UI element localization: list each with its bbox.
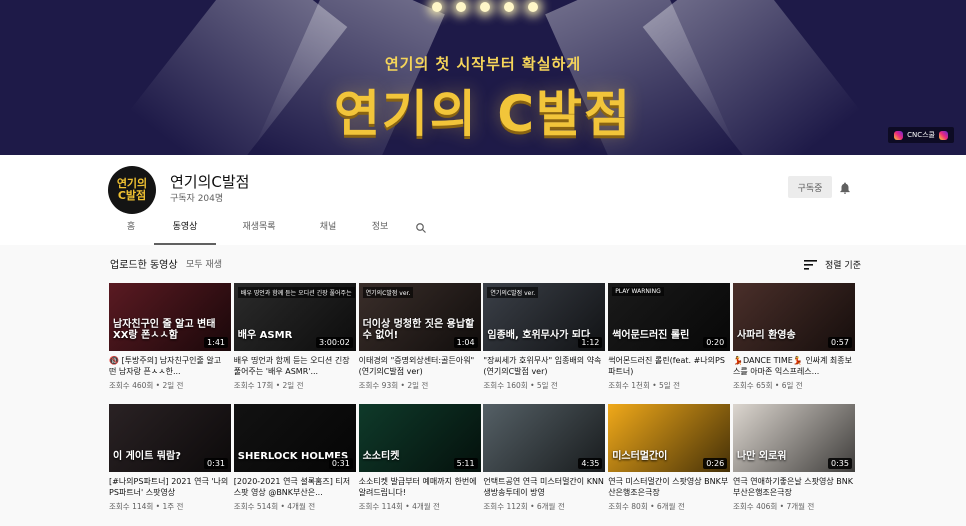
channel-header: 연기의 C발점 연기의C발점 구독자 204명 구독중 홈 동영상 재생목록 채… (0, 155, 966, 245)
video-title[interactable]: 이태경의 "증명외상센터:골든아워" (연기의C발점 ver) (359, 355, 481, 377)
video-title[interactable]: 연극 미스터멀간이 스팟영상 BNK부산은행조은극장 (608, 476, 730, 498)
video-duration: 1:41 (204, 337, 228, 348)
video-duration: 0:57 (828, 337, 852, 348)
video-thumbnail[interactable]: PLAY WARNING 썩어문드러진 롤린 0:20 (608, 283, 731, 351)
instagram-icon (939, 130, 948, 140)
channel-banner: 연기의 첫 시작부터 확실하게 연기의 C발점 CNC스쿨 (0, 0, 966, 155)
video-meta: 조회수 406회 • 7개월 전 (732, 502, 815, 511)
section-title: 업로드한 동영상 (110, 260, 178, 271)
video-card[interactable]: 이 게이트 뭐람? 0:31 [#나의PS파트너] 2021 연극 '나의PS파트너… (109, 404, 231, 525)
video-thumbnail[interactable]: 4:35 (483, 404, 606, 472)
video-thumbnail[interactable]: 배우 띵언과 함께 듣는 오디션 긴장 풀어주는 배우 ASMR 3:00:02 (233, 283, 356, 351)
search-icon[interactable] (406, 215, 436, 240)
video-duration: 1:12 (578, 337, 603, 348)
tab-videos[interactable]: 동영상 (154, 215, 216, 245)
video-meta: 조회수 93회 • 2일 전 (358, 381, 429, 390)
video-meta: 조회수 112회 • 6개월 전 (483, 502, 565, 511)
video-title[interactable]: 배우 띵언과 함께 듣는 오디션 긴장 풀어주는 '배우 ASMR'... (234, 355, 356, 377)
video-grid: 남자친구인 줄 알고 변태XX랑 폰ㅅㅅ함 1:41 🔞 [투방주의] 남자친구인줄… (109, 283, 855, 525)
avatar-label: 연기의 C발점 (116, 177, 148, 202)
video-card[interactable]: PLAY WARNING 썩어문드러진 롤린 0:20 썩어몬드러진 롤린(feat.… (608, 283, 731, 404)
banner-link-label: CNC스쿨 (907, 131, 935, 139)
video-card[interactable]: 연기의C발점 ver. 임종배, 호위무사가 되다 1:12 "장씨세가 호위무사" … (483, 283, 606, 404)
sort-icon (804, 255, 817, 274)
video-meta: 조회수 514회 • 4개월 전 (233, 502, 316, 511)
video-meta: 조회수 114회 • 1주 전 (109, 502, 184, 511)
thumbnail-tag: 배우 띵언과 함께 듣는 오디션 긴장 풀어주는 (237, 287, 355, 298)
video-duration: 0:20 (703, 337, 728, 348)
video-card[interactable]: 4:35 언택트공연 연극 미스터멀간이 KNN 생방송투데이 방영조회수 112… (483, 404, 606, 525)
video-duration: 0:31 (204, 458, 228, 469)
video-duration: 1:04 (453, 337, 478, 348)
video-meta: 조회수 17회 • 2일 전 (233, 381, 304, 390)
video-card[interactable]: 사파리 환영송 0:57 💃DANCE TIME💃 인싸계 최종보스를 아마존 익스… (732, 283, 855, 404)
sort-button[interactable]: 정렬 기준 (804, 255, 861, 274)
video-title[interactable]: 🔞 [투방주의] 남자친구인줄 알고 떤 남자랑 픈ㅅㅅ한... (109, 355, 231, 377)
video-thumbnail[interactable]: 남자친구인 줄 알고 변태XX랑 폰ㅅㅅ함 1:41 (109, 283, 231, 351)
video-card[interactable]: 미스터멀간이 0:26 연극 미스터멀간이 스팟영상 BNK부산은행조은극장조회수 … (608, 404, 731, 525)
video-thumbnail[interactable]: 연기의C발점 ver. 더이상 멍청한 짓은 용납할 수 없어! 1:04 (358, 283, 481, 351)
tab-about[interactable]: 정보 (354, 215, 406, 245)
instagram-icon (894, 130, 904, 140)
video-thumbnail[interactable]: SHERLOCK HOLMES 0:31 (233, 404, 356, 472)
video-duration: 4:35 (578, 458, 603, 469)
video-card[interactable]: 나만 외로워 0:35 연극 연애하기좋은날 스팟영상 BNK부산은행조은극장조회수… (732, 404, 855, 525)
video-thumbnail[interactable]: 미스터멀간이 0:26 (608, 404, 731, 472)
video-duration: 0:31 (328, 458, 353, 469)
video-title[interactable]: 💃DANCE TIME💃 인싸계 최종보스를 아마존 익스프레스... (733, 355, 855, 377)
video-title[interactable]: 썩어몬드러진 롤린(feat. #나의PS파트너) (608, 355, 730, 377)
video-duration: 3:00:02 (315, 337, 353, 348)
bell-icon[interactable] (838, 180, 852, 194)
video-meta: 조회수 1천회 • 5일 전 (608, 381, 680, 390)
video-thumbnail[interactable]: 연기의C발점 ver. 임종배, 호위무사가 되다 1:12 (483, 283, 606, 351)
subscribe-button[interactable]: 구독중 (788, 176, 832, 198)
spotlight-row (420, 2, 550, 22)
banner-link[interactable]: CNC스쿨 (888, 127, 954, 143)
sort-label: 정렬 기준 (825, 261, 861, 271)
video-title[interactable]: "장씨세가 호위무사" 임종배의 약속 (연기의C발점 ver) (483, 355, 605, 377)
video-meta: 조회수 114회 • 4개월 전 (358, 502, 440, 511)
video-duration: 0:35 (828, 458, 852, 469)
banner-subtitle: 연기의 첫 시작부터 확실하게 (384, 55, 582, 73)
thumbnail-tag: 연기의C발점 ver. (362, 287, 414, 298)
video-title[interactable]: [2020-2021 연극 셜록홈즈] 티저 스팟 영상 @BNK부산은... (234, 476, 356, 498)
avatar[interactable]: 연기의 C발점 (108, 166, 156, 214)
video-meta: 조회수 460회 • 2일 전 (109, 381, 184, 390)
video-thumbnail[interactable]: 나만 외로워 0:35 (732, 404, 855, 472)
video-title[interactable]: [#나의PS파트너] 2021 연극 '나의PS파트너' 스팟영상 (109, 476, 231, 498)
video-duration: 0:26 (703, 458, 728, 469)
video-title[interactable]: 연극 연애하기좋은날 스팟영상 BNK부산은행조은극장 (733, 476, 855, 498)
video-meta: 조회수 160회 • 5일 전 (483, 381, 558, 390)
video-card[interactable]: 남자친구인 줄 알고 변태XX랑 폰ㅅㅅ함 1:41 🔞 [투방주의] 남자친구인줄… (109, 283, 231, 404)
tab-home[interactable]: 홈 (108, 215, 154, 245)
video-duration: 5:11 (453, 458, 478, 469)
video-thumbnail[interactable]: 사파리 환영송 0:57 (732, 283, 855, 351)
video-card[interactable]: SHERLOCK HOLMES 0:31 [2020-2021 연극 셜록홈즈] 티… (233, 404, 356, 525)
subscriber-count: 구독자 204명 (170, 194, 224, 204)
video-meta: 조회수 65회 • 6일 전 (732, 381, 803, 390)
tab-playlists[interactable]: 재생목록 (216, 215, 302, 245)
video-card[interactable]: 소소티켓 5:11 소소티켓 발급부터 예매까지 한번에 알려드립니다! 조회수 11… (358, 404, 481, 525)
video-card[interactable]: 배우 띵언과 함께 듣는 오디션 긴장 풀어주는 배우 ASMR 3:00:02 배우… (233, 283, 356, 404)
tab-channels[interactable]: 채널 (302, 215, 354, 245)
play-all-link[interactable]: 모두 재생 (186, 257, 222, 270)
video-meta: 조회수 80회 • 6개월 전 (608, 502, 685, 511)
video-thumbnail[interactable]: 이 게이트 뭐람? 0:31 (109, 404, 231, 472)
thumbnail-tag: 연기의C발점 ver. (487, 287, 539, 298)
channel-tabs: 홈 동영상 재생목록 채널 정보 (108, 215, 436, 245)
video-title[interactable]: 소소티켓 발급부터 예매까지 한번에 알려드립니다! (359, 476, 481, 498)
channel-name: 연기의C발점 (170, 173, 250, 191)
video-card[interactable]: 연기의C발점 ver. 더이상 멍청한 짓은 용납할 수 없어! 1:04 이태경의 … (358, 283, 481, 404)
video-title[interactable]: 언택트공연 연극 미스터멀간이 KNN 생방송투데이 방영 (483, 476, 605, 498)
video-thumbnail[interactable]: 소소티켓 5:11 (358, 404, 481, 472)
banner-title: 연기의 C발점 (333, 85, 633, 143)
thumbnail-tag: PLAY WARNING (612, 287, 664, 296)
